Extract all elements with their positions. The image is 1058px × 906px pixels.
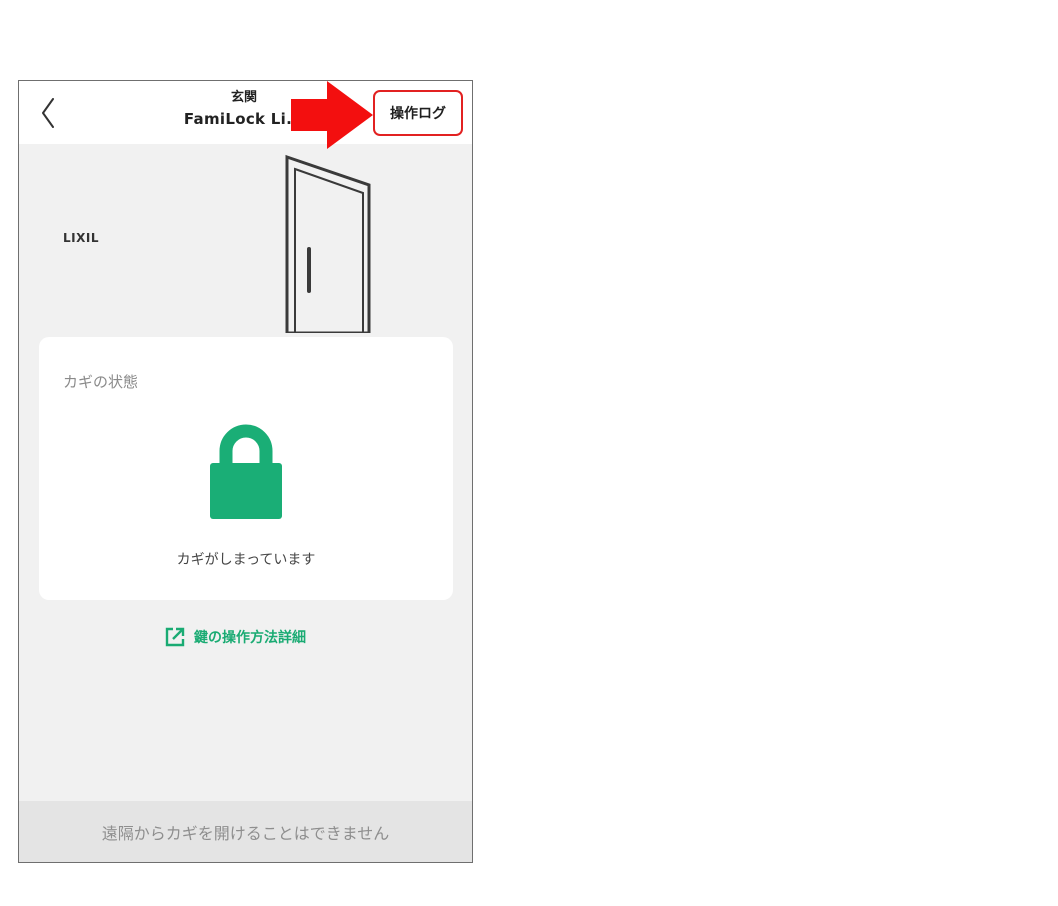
red-arrow-icon: [291, 81, 373, 149]
lock-status-text: カギがしまっています: [176, 552, 316, 568]
door-icon: [285, 154, 371, 333]
brand-label: LIXIL: [63, 231, 99, 245]
help-link-label: 鍵の操作方法詳細: [194, 630, 306, 646]
lock-status-heading: カギの状態: [63, 373, 139, 391]
lock-status-card: カギの状態 カギがしまっています: [39, 337, 453, 600]
back-button[interactable]: [35, 93, 65, 133]
padlock-icon: [210, 424, 282, 519]
lock-operation-help-link[interactable]: 鍵の操作方法詳細: [164, 626, 306, 648]
chevron-left-icon: [42, 98, 54, 128]
remote-unlock-notice: 遠隔からカギを開けることはできません: [19, 801, 472, 862]
app-screen: 玄関 FamiLock Li... 操作ログ LIXIL カギの状態 カギがしま…: [18, 80, 473, 863]
navigation-bar: 玄関 FamiLock Li... 操作ログ: [19, 81, 472, 144]
operation-log-button[interactable]: 操作ログ: [373, 90, 463, 136]
external-link-icon: [165, 627, 185, 647]
